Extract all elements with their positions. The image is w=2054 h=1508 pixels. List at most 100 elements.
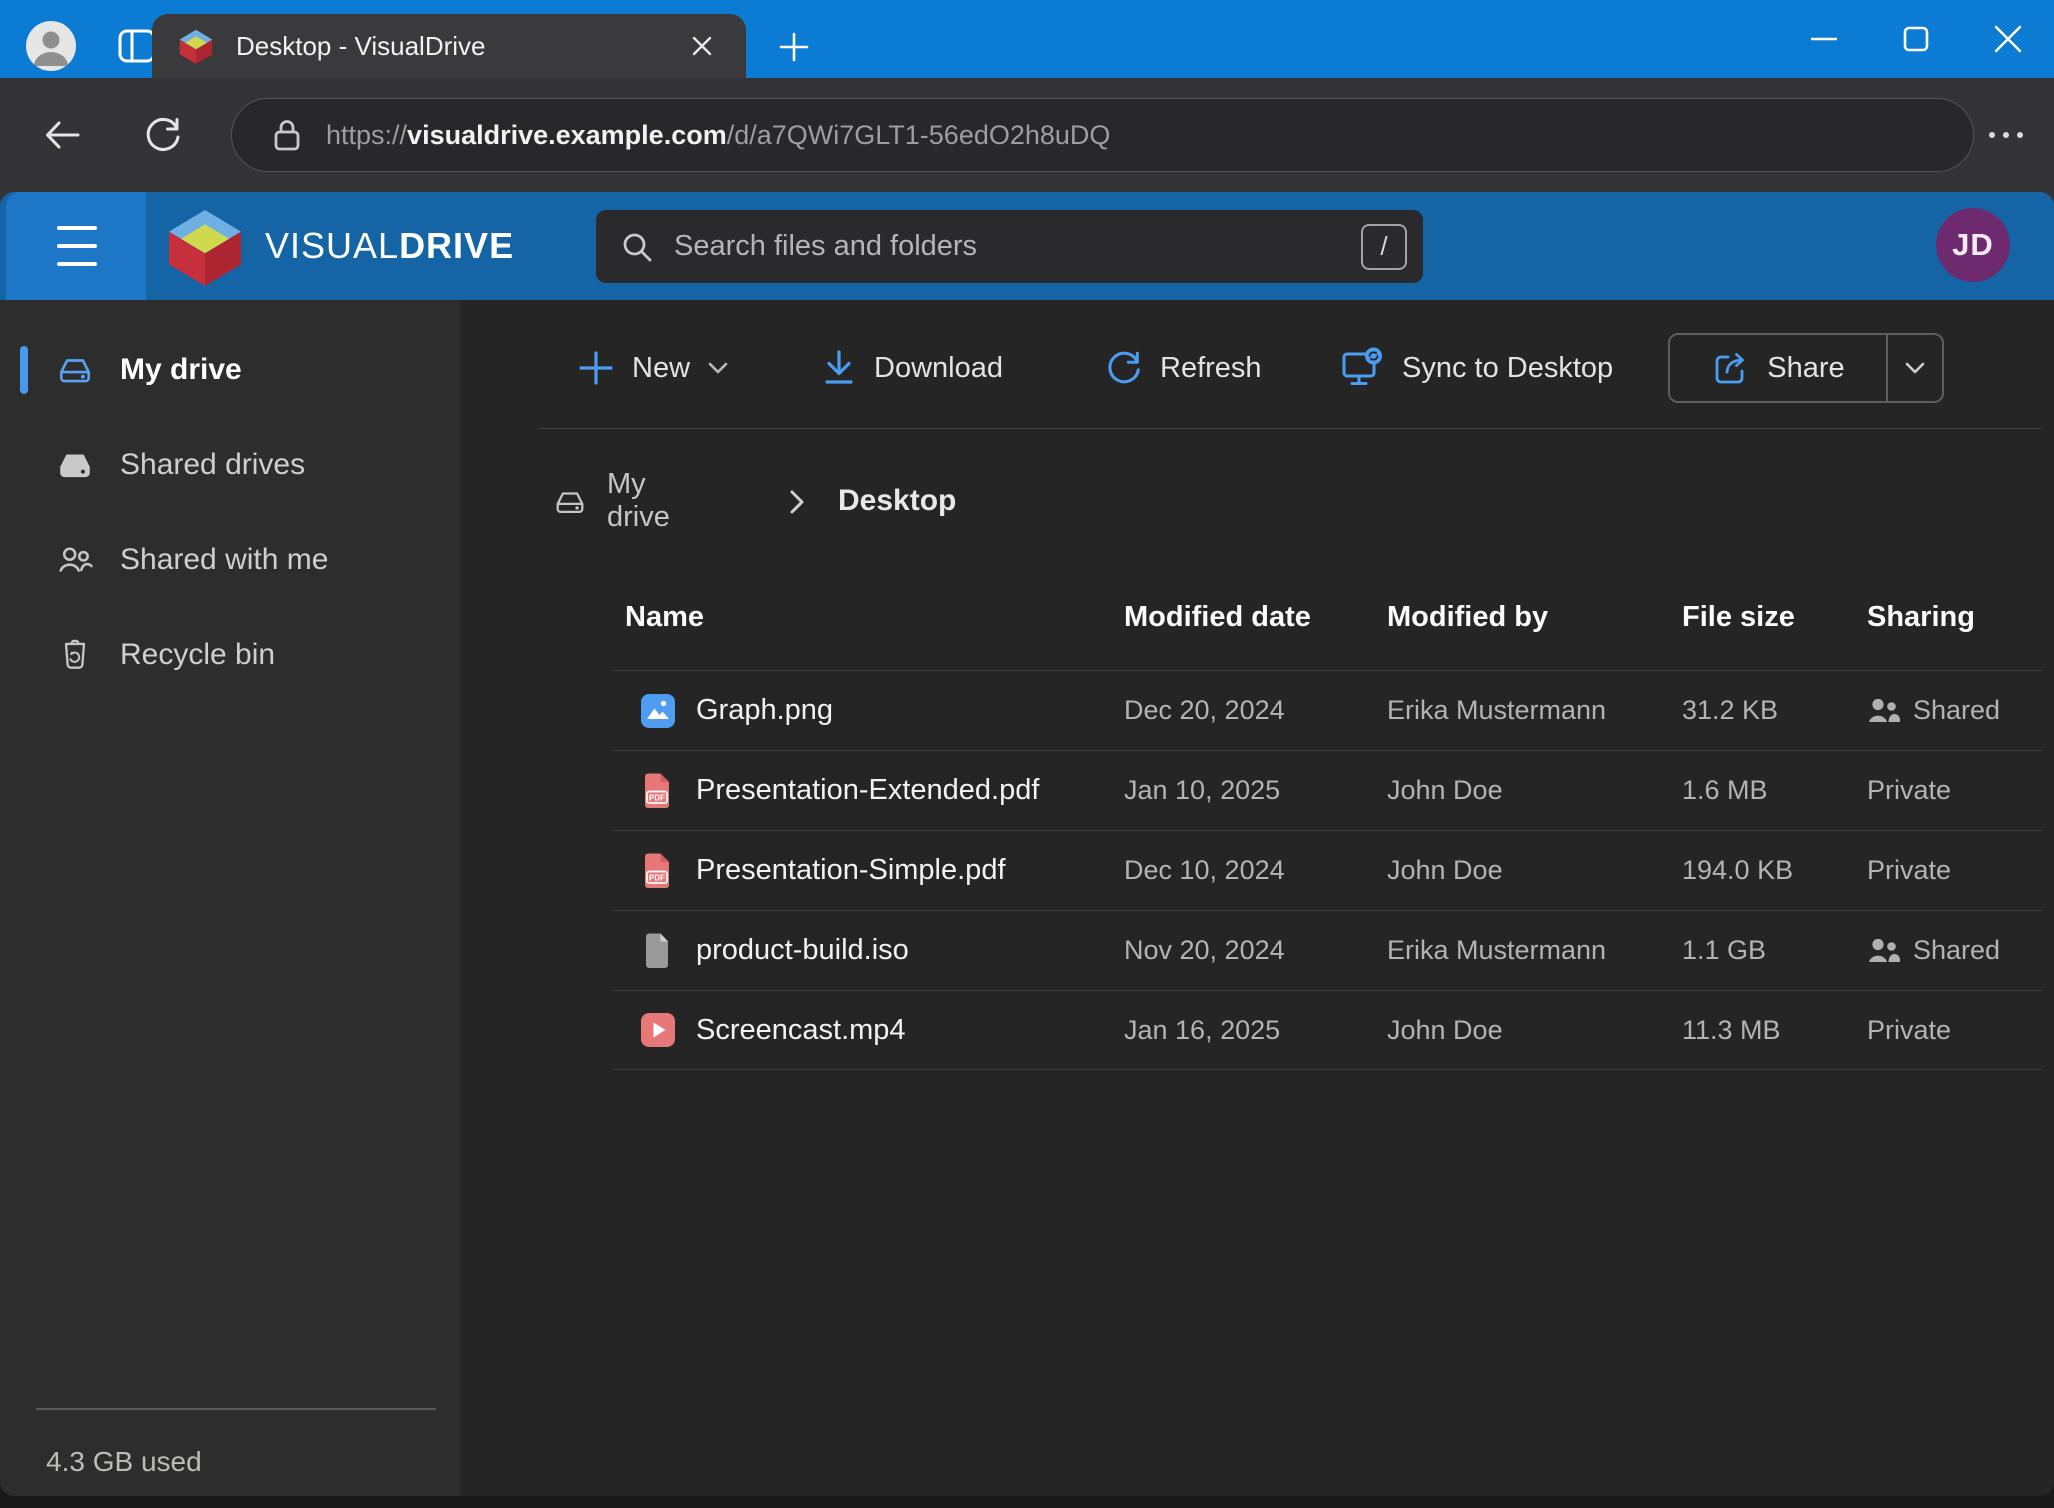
column-header-modified-by[interactable]: Modified by bbox=[1387, 601, 1682, 634]
search-bar: / bbox=[596, 210, 1423, 283]
active-indicator bbox=[20, 441, 28, 489]
sidebar-item-shared-with-me[interactable]: Shared with me bbox=[0, 530, 460, 590]
svg-text:PDF: PDF bbox=[649, 873, 665, 882]
window-minimize-icon[interactable] bbox=[1778, 0, 1870, 78]
sharing-cell: Private bbox=[1867, 855, 2042, 886]
table-row[interactable]: Graph.png Dec 20, 2024 Erika Mustermann … bbox=[613, 670, 2042, 750]
new-button-label: New bbox=[632, 352, 690, 385]
generic-file-icon bbox=[638, 931, 678, 971]
share-icon bbox=[1711, 348, 1751, 388]
reload-icon[interactable] bbox=[128, 78, 198, 192]
column-header-modified-date[interactable]: Modified date bbox=[1124, 601, 1387, 634]
breadcrumb-current: Desktop bbox=[838, 484, 956, 518]
recycle-bin-icon bbox=[56, 636, 94, 674]
active-indicator bbox=[20, 631, 28, 679]
shared-people-icon bbox=[1867, 936, 1901, 966]
file-size-cell: 31.2 KB bbox=[1682, 695, 1867, 726]
modified-by-cell: Erika Mustermann bbox=[1387, 935, 1682, 966]
file-name[interactable]: Screencast.mp4 bbox=[696, 1014, 906, 1047]
sidebar-item-label: My drive bbox=[120, 353, 242, 387]
browser-profile-button[interactable] bbox=[26, 21, 76, 71]
modified-by-cell: Erika Mustermann bbox=[1387, 695, 1682, 726]
window-maximize-icon[interactable] bbox=[1870, 0, 1962, 78]
sidebar-item-label: Shared with me bbox=[120, 543, 328, 577]
breadcrumb-my-drive[interactable]: My drive bbox=[607, 468, 670, 534]
sidebar-item-recycle-bin[interactable]: Recycle bin bbox=[0, 625, 460, 685]
sync-to-desktop-button[interactable]: Sync to Desktop bbox=[1340, 330, 1613, 406]
sidebar-item-my-drive[interactable]: My drive bbox=[0, 340, 460, 400]
modified-by-cell: John Doe bbox=[1387, 855, 1682, 886]
toolbar-divider bbox=[538, 428, 2042, 429]
file-name[interactable]: product-build.iso bbox=[696, 934, 909, 967]
url-bar[interactable]: https://visualdrive.example.com/d/a7QWi7… bbox=[231, 98, 1974, 172]
new-button[interactable]: New bbox=[576, 330, 730, 406]
url-host: visualdrive.example.com bbox=[407, 120, 727, 150]
download-icon bbox=[820, 348, 858, 388]
search-icon bbox=[620, 230, 654, 264]
table-row[interactable]: product-build.iso Nov 20, 2024 Erika Mus… bbox=[613, 910, 2042, 990]
modified-date-cell: Jan 10, 2025 bbox=[1124, 775, 1387, 806]
modified-by-cell: John Doe bbox=[1387, 775, 1682, 806]
column-header-sharing[interactable]: Sharing bbox=[1867, 601, 2042, 634]
sharing-status: Private bbox=[1867, 775, 1951, 806]
column-header-name[interactable]: Name bbox=[613, 601, 1124, 634]
table-header: Name Modified date Modified by File size… bbox=[613, 585, 2042, 650]
app-header: VISUALDRIVE / JD bbox=[0, 192, 2054, 300]
shared-drives-icon bbox=[56, 446, 94, 484]
back-icon[interactable] bbox=[27, 78, 97, 192]
window-bottom-edge bbox=[0, 1496, 2054, 1508]
pdf-file-icon: PDF bbox=[638, 851, 678, 891]
sync-desktop-icon bbox=[1340, 346, 1386, 390]
window-close-icon[interactable] bbox=[1962, 0, 2054, 78]
search-input[interactable] bbox=[674, 230, 1361, 263]
visualdrive-logo-icon bbox=[165, 206, 245, 286]
name-cell: PDF Presentation-Simple.pdf bbox=[613, 851, 1124, 891]
search-shortcut-hint: / bbox=[1361, 224, 1407, 270]
share-menu-button[interactable] bbox=[1886, 335, 1942, 401]
download-button[interactable]: Download bbox=[820, 330, 1003, 406]
name-cell: Graph.png bbox=[613, 691, 1124, 731]
table-row[interactable]: Screencast.mp4 Jan 16, 2025 John Doe 11.… bbox=[613, 990, 2042, 1070]
profile-avatar-icon bbox=[26, 21, 76, 71]
url-text: https://visualdrive.example.com/d/a7QWi7… bbox=[326, 120, 1110, 151]
browser-tab[interactable]: Desktop - VisualDrive bbox=[152, 14, 746, 78]
modified-date-cell: Jan 16, 2025 bbox=[1124, 1015, 1387, 1046]
column-header-file-size[interactable]: File size bbox=[1682, 601, 1867, 634]
file-name[interactable]: Graph.png bbox=[696, 694, 833, 727]
name-cell: PDF Presentation-Extended.pdf bbox=[613, 771, 1124, 811]
refresh-button[interactable]: Refresh bbox=[1104, 330, 1262, 406]
browser-menu-icon[interactable] bbox=[1976, 114, 2036, 156]
app-zone: VISUALDRIVE / JD bbox=[0, 192, 2054, 1508]
new-tab-icon[interactable] bbox=[771, 24, 817, 70]
tab-close-icon[interactable] bbox=[680, 24, 724, 68]
tab-favicon-icon bbox=[178, 28, 214, 64]
window-controls bbox=[1778, 0, 2054, 78]
share-button[interactable]: Share bbox=[1670, 335, 1886, 401]
hamburger-menu-icon[interactable] bbox=[6, 192, 146, 300]
lock-icon bbox=[272, 118, 302, 152]
browser-tab-strip: Desktop - VisualDrive bbox=[0, 0, 2054, 78]
vertical-tabs-icon[interactable] bbox=[117, 26, 157, 66]
sidebar-item-label: Recycle bin bbox=[120, 638, 275, 672]
sharing-cell: Shared bbox=[1867, 695, 2042, 726]
user-avatar[interactable]: JD bbox=[1936, 208, 2010, 282]
download-button-label: Download bbox=[874, 352, 1003, 385]
table-row[interactable]: PDF Presentation-Simple.pdf Dec 10, 2024… bbox=[613, 830, 2042, 910]
file-table: Name Modified date Modified by File size… bbox=[613, 585, 2042, 1070]
file-size-cell: 11.3 MB bbox=[1682, 1015, 1867, 1046]
file-name[interactable]: Presentation-Simple.pdf bbox=[696, 854, 1006, 887]
sharing-cell: Private bbox=[1867, 775, 2042, 806]
sharing-cell: Shared bbox=[1867, 935, 2042, 966]
url-scheme: https:// bbox=[326, 120, 407, 150]
name-cell: product-build.iso bbox=[613, 931, 1124, 971]
file-size-cell: 194.0 KB bbox=[1682, 855, 1867, 886]
pdf-file-icon: PDF bbox=[638, 771, 678, 811]
table-row[interactable]: PDF Presentation-Extended.pdf Jan 10, 20… bbox=[613, 750, 2042, 830]
plus-icon bbox=[576, 348, 616, 388]
browser-address-bar: https://visualdrive.example.com/d/a7QWi7… bbox=[0, 78, 2054, 192]
table-body: Graph.png Dec 20, 2024 Erika Mustermann … bbox=[613, 670, 2042, 1070]
screen: { "browser": { "tab_title": "Desktop - V… bbox=[0, 0, 2054, 1508]
svg-text:PDF: PDF bbox=[649, 793, 665, 802]
sidebar-item-shared-drives[interactable]: Shared drives bbox=[0, 435, 460, 495]
file-name[interactable]: Presentation-Extended.pdf bbox=[696, 774, 1039, 807]
